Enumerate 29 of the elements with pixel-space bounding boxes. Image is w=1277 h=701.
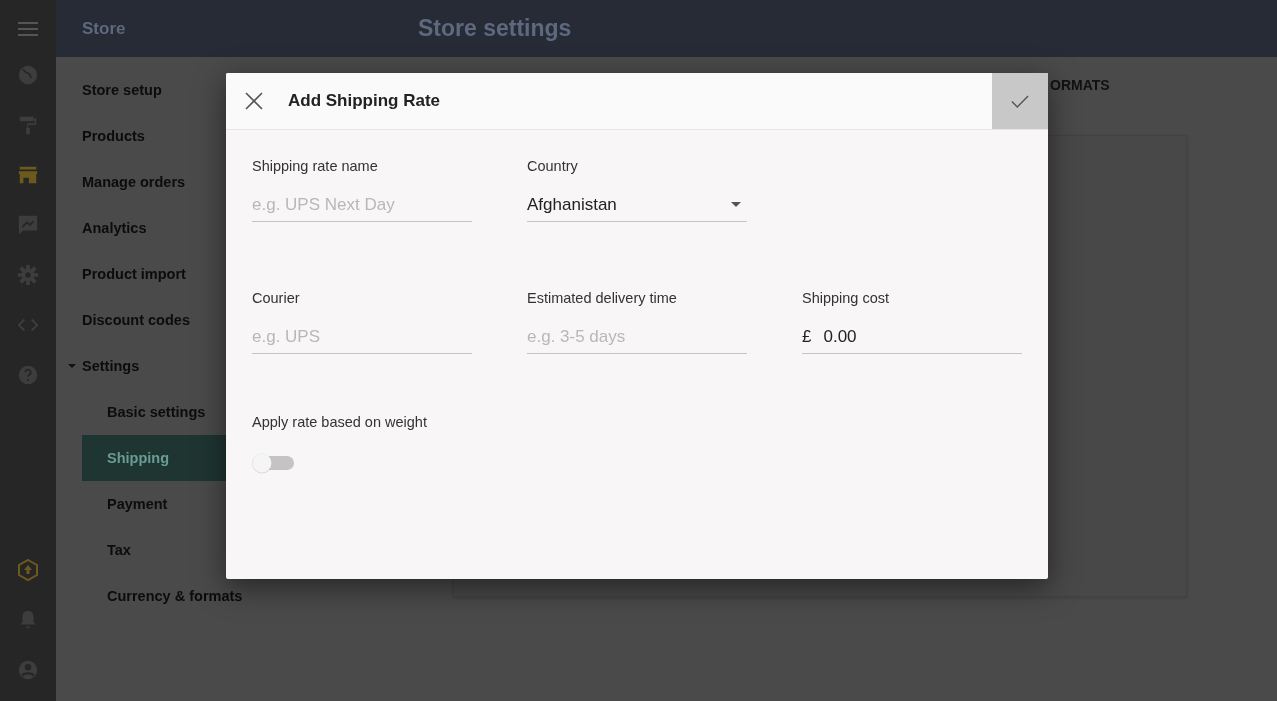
- close-icon[interactable]: [245, 92, 263, 110]
- page-title: Store settings: [418, 15, 572, 42]
- dropdown-arrow-icon: [731, 202, 741, 207]
- app-title: Store: [81, 18, 127, 39]
- country-dropdown[interactable]: Afghanistan: [527, 188, 747, 222]
- upgrade-icon[interactable]: [16, 558, 40, 582]
- help-icon[interactable]: [17, 364, 39, 386]
- cost-value: 0.00: [823, 326, 857, 347]
- dialog-title: Add Shipping Rate: [288, 91, 442, 111]
- field-label: Estimated delivery time: [527, 290, 678, 306]
- tab[interactable]: ORMATS: [1050, 77, 1110, 93]
- cost-field[interactable]: £ 0.00: [802, 320, 1022, 354]
- currency-symbol: £: [802, 326, 812, 347]
- chart-icon[interactable]: [17, 214, 39, 236]
- field-label: Country: [527, 158, 579, 174]
- input-field[interactable]: e.g. UPS Next Day: [252, 188, 472, 222]
- store-icon[interactable]: [17, 164, 39, 186]
- account-icon[interactable]: [17, 659, 39, 681]
- checkmark-icon: [1011, 94, 1029, 108]
- field-label: Shipping cost: [802, 290, 891, 306]
- field-label: Shipping rate name: [252, 158, 379, 174]
- input-field[interactable]: e.g. 3-5 days: [527, 320, 747, 354]
- caret-icon[interactable]: [68, 364, 76, 368]
- field-label: Courier: [252, 290, 301, 306]
- confirm-button[interactable]: [992, 73, 1048, 129]
- input-field[interactable]: e.g. UPS: [252, 320, 472, 354]
- menu-icon[interactable]: [18, 22, 38, 36]
- weight-toggle[interactable]: [251, 452, 295, 474]
- toggle-label: Apply rate based on weight: [252, 414, 428, 430]
